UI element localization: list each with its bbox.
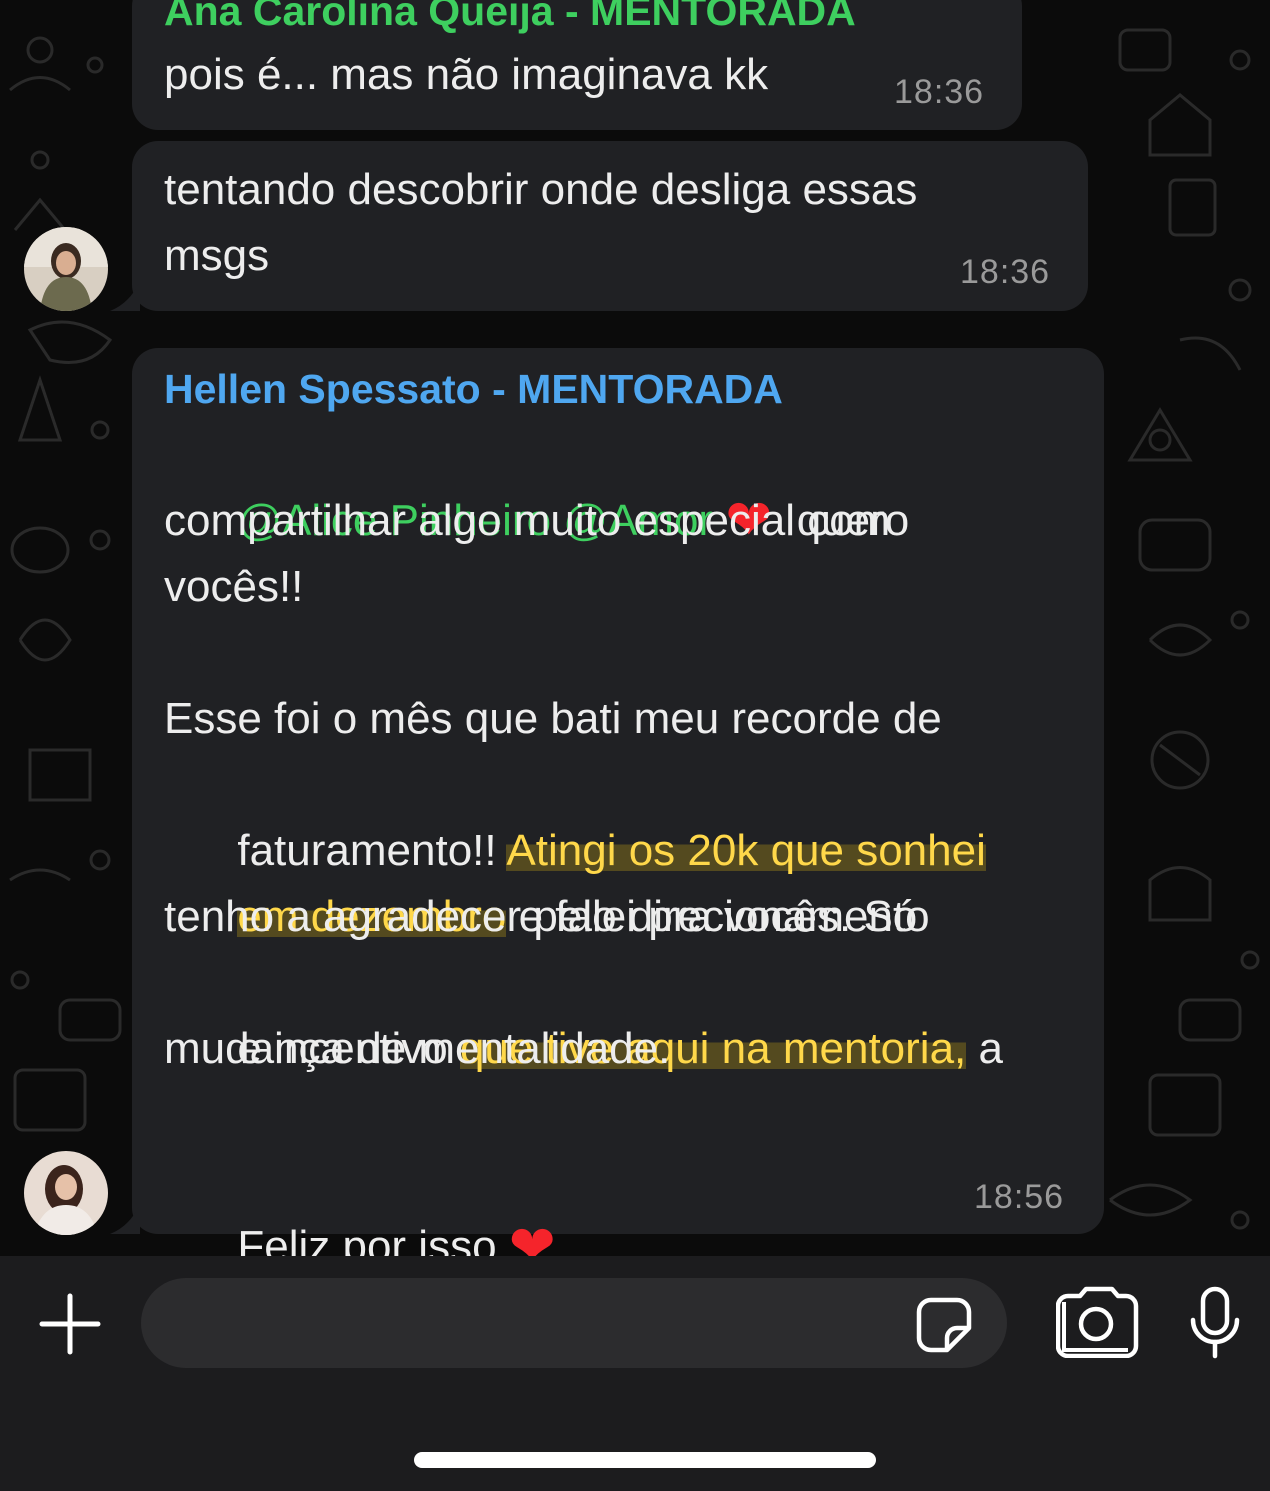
avatar[interactable] bbox=[24, 1151, 108, 1235]
message-text: a bbox=[966, 1024, 1003, 1073]
message-text-line: tentando descobrir onde desliga essas bbox=[164, 165, 918, 214]
message-text-line: Esse foi o mês que bati meu recorde de bbox=[164, 694, 942, 743]
message-bubble[interactable]: Hellen Spessato - MENTORADA @Alice Pinhe… bbox=[132, 348, 1104, 1256]
camera-icon[interactable] bbox=[1055, 1286, 1140, 1359]
message-text-line: compartilhar algo muito especial com bbox=[164, 496, 891, 545]
chat-area[interactable]: Ana Carolina Queija - MENTORADA pois é..… bbox=[0, 0, 1270, 1256]
bubble-tail bbox=[110, 1204, 140, 1234]
microphone-icon[interactable] bbox=[1188, 1286, 1242, 1360]
message-bubble[interactable]: Ana Carolina Queija - MENTORADA pois é..… bbox=[132, 0, 1022, 130]
message-text: pois é... mas não imaginava kk bbox=[164, 50, 769, 99]
message-bubble[interactable]: tentando descobrir onde desliga essas ms… bbox=[132, 141, 1088, 311]
message-text: Feliz por isso bbox=[237, 1222, 497, 1256]
plus-icon[interactable] bbox=[38, 1292, 102, 1356]
sticker-icon[interactable] bbox=[915, 1296, 973, 1354]
message-input[interactable] bbox=[141, 1278, 1007, 1368]
message-text-line: vocês!! bbox=[164, 562, 304, 611]
message-text-line: mudança de mentalidade. bbox=[164, 1024, 671, 1073]
bubble-tail bbox=[110, 281, 140, 311]
message-time: 18:56 bbox=[974, 1178, 1065, 1216]
message-text-line: msgs bbox=[164, 231, 270, 280]
message-time: 18:36 bbox=[894, 73, 985, 111]
sender-name[interactable]: Ana Carolina Queija - MENTORADA bbox=[164, 0, 856, 36]
avatar[interactable] bbox=[24, 227, 108, 311]
heart-emoji: ❤ bbox=[508, 1214, 556, 1257]
home-indicator[interactable] bbox=[414, 1452, 876, 1468]
message-time: 18:36 bbox=[960, 253, 1051, 291]
sender-name[interactable]: Hellen Spessato - MENTORADA bbox=[164, 364, 783, 414]
message-text-line: Feliz por isso ❤ bbox=[164, 1148, 556, 1257]
message-text-line: tenho a agradecer pelo direcionamento bbox=[164, 892, 930, 941]
